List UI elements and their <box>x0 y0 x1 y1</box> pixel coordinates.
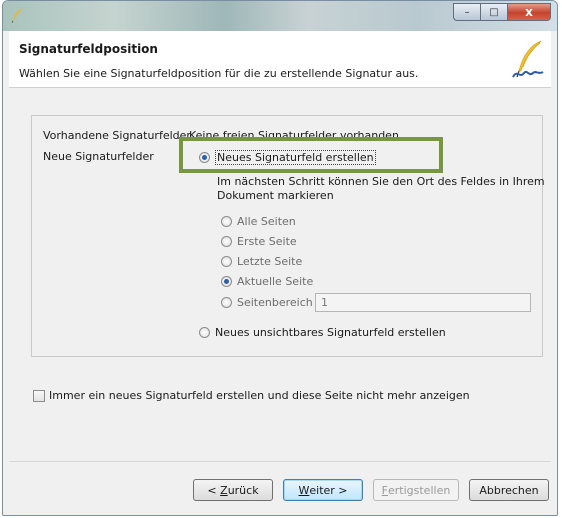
radio-page-range-label: Seitenbereich <box>237 296 313 309</box>
existing-fields-label: Vorhandene Signaturfelder <box>43 129 191 142</box>
radio-new-visible-field[interactable]: Neues Signaturfeld erstellen <box>199 150 376 165</box>
radio-last-page[interactable]: Letzte Seite <box>221 255 302 268</box>
back-button-key: Z <box>220 483 228 497</box>
back-button-text: urück <box>227 483 259 497</box>
page-subtitle: Wählen Sie eine Signaturfeldposition für… <box>19 67 419 80</box>
new-fields-label: Neue Signaturfelder <box>43 150 154 163</box>
existing-fields-value: Keine freien Signaturfelder vorhanden <box>189 129 399 142</box>
radio-all-pages-label: Alle Seiten <box>237 215 296 228</box>
hint-text-line1: Im nächsten Schritt können Sie den Ort d… <box>217 175 545 188</box>
footer-separator <box>9 461 551 462</box>
always-new-field-checkbox[interactable]: Immer ein neues Signaturfeld erstellen u… <box>33 389 470 402</box>
radio-icon <box>221 216 232 227</box>
radio-icon <box>221 297 232 308</box>
radio-icon <box>221 256 232 267</box>
back-button-prefix: < <box>207 483 221 497</box>
quill-logo-icon <box>512 40 544 78</box>
page-title: Signaturfeldposition <box>19 42 158 56</box>
radio-last-page-label: Letzte Seite <box>237 255 303 268</box>
wizard-window: – □ x Signaturfeldposition Wählen Sie ei… <box>2 0 558 516</box>
next-button-text: eiter > <box>309 483 348 497</box>
radio-page-range[interactable]: Seitenbereich <box>221 296 313 309</box>
radio-first-page[interactable]: Erste Seite <box>221 235 297 248</box>
finish-button[interactable]: Fertigstellen <box>373 479 459 501</box>
radio-selected-icon <box>221 276 232 287</box>
wizard-header: Signaturfeldposition Wählen Sie eine Sig… <box>9 31 551 88</box>
quill-app-icon <box>11 8 23 23</box>
cancel-button[interactable]: Abbrechen <box>469 479 549 501</box>
radio-all-pages[interactable]: Alle Seiten <box>221 215 296 228</box>
radio-icon <box>199 327 210 338</box>
checkbox-icon <box>33 389 45 402</box>
title-bar[interactable]: – □ x <box>3 1 557 31</box>
minimize-button[interactable]: – <box>453 3 480 21</box>
radio-new-invisible-label: Neues unsichtbares Signaturfeld erstelle… <box>215 326 446 339</box>
radio-current-page[interactable]: Aktuelle Seite <box>221 275 313 288</box>
next-button[interactable]: Weiter > <box>283 479 363 501</box>
back-button[interactable]: < Zurück <box>193 479 273 501</box>
radio-new-visible-label: Neues Signaturfeld erstellen <box>215 150 376 165</box>
finish-button-text: ertigstellen <box>388 483 451 497</box>
radio-selected-icon <box>199 152 210 163</box>
always-new-field-label: Immer ein neues Signaturfeld erstellen u… <box>49 389 470 402</box>
radio-new-invisible-field[interactable]: Neues unsichtbares Signaturfeld erstelle… <box>199 326 446 339</box>
maximize-button[interactable]: □ <box>480 3 507 21</box>
close-button[interactable]: x <box>507 3 551 21</box>
radio-first-page-label: Erste Seite <box>237 235 297 248</box>
next-button-key: W <box>298 483 310 497</box>
radio-current-page-label: Aktuelle Seite <box>237 275 314 288</box>
radio-icon <box>221 236 232 247</box>
page-range-input[interactable]: 1 <box>315 293 531 312</box>
window-controls: – □ x <box>453 3 551 21</box>
hint-text-line2: Dokument markieren <box>217 189 334 202</box>
